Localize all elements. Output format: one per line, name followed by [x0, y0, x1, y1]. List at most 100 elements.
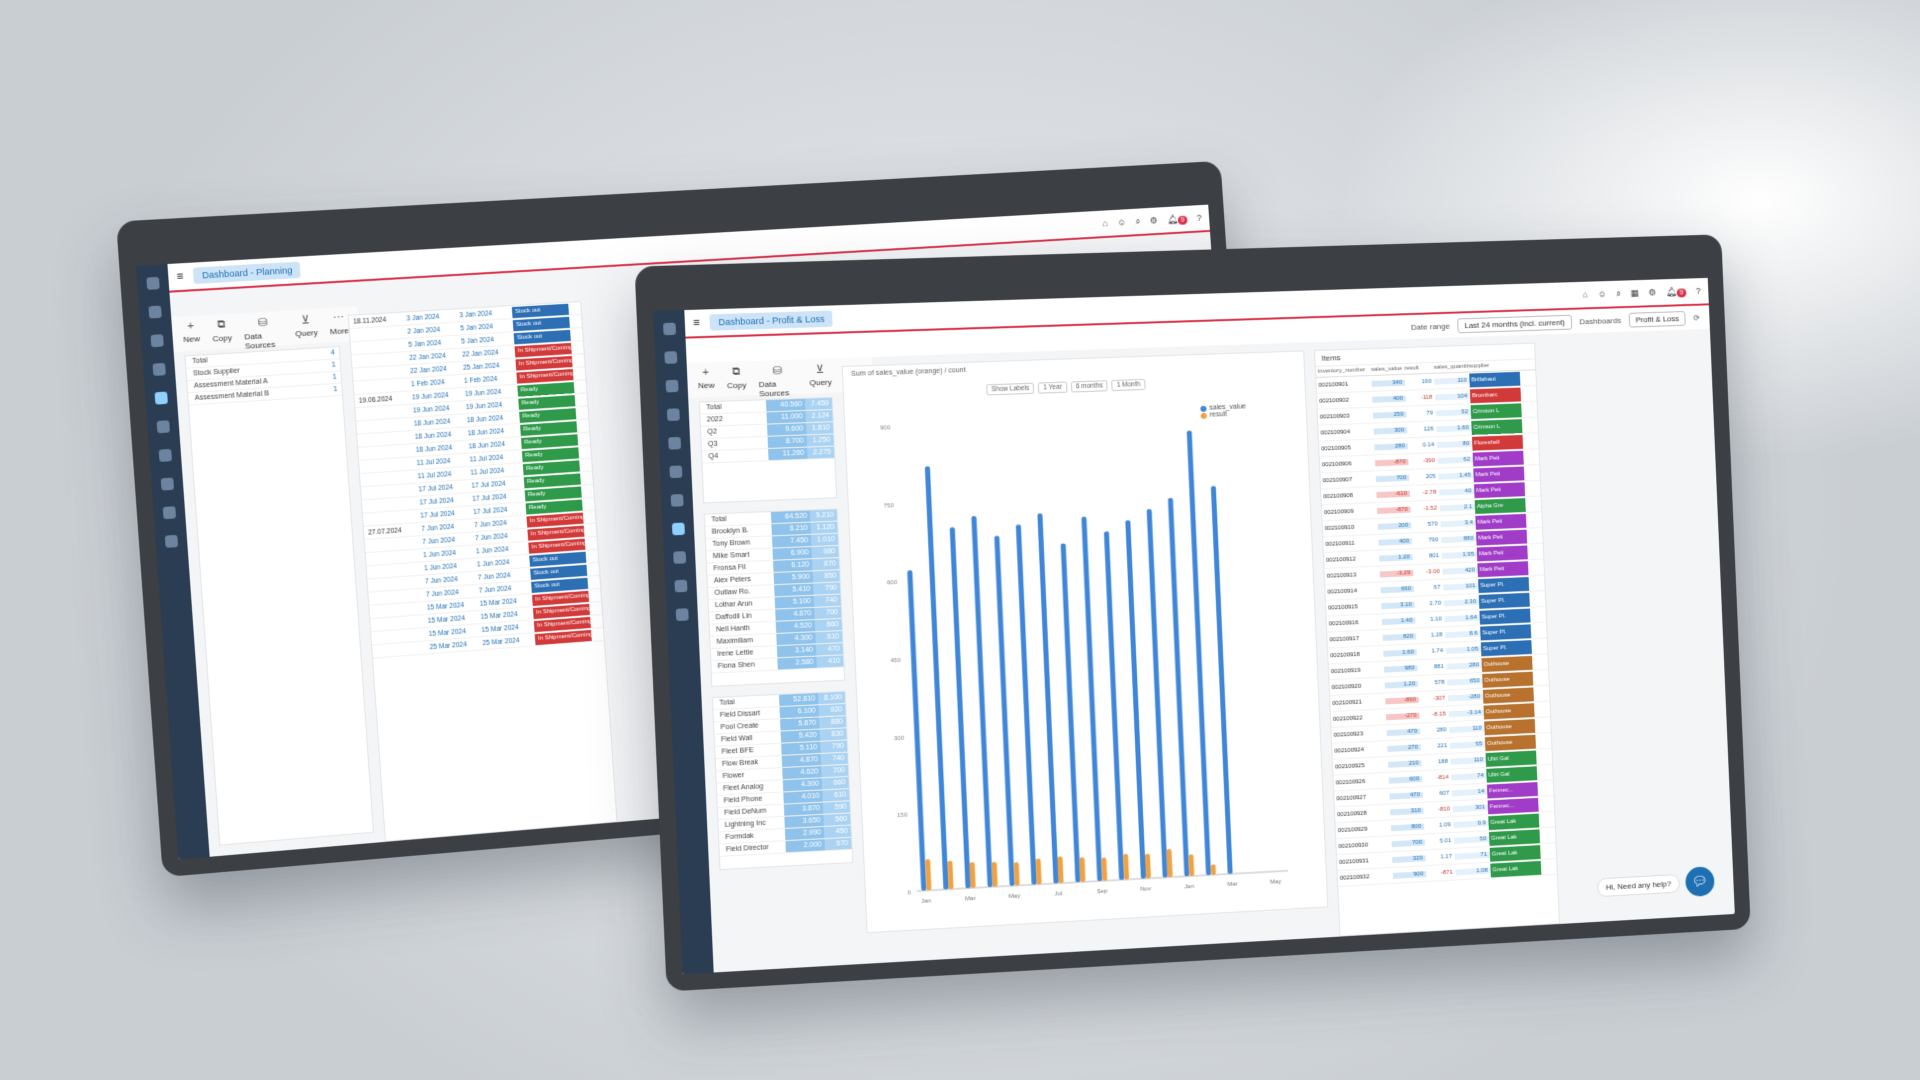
- home-icon[interactable]: ⌂: [1316, 261, 1324, 276]
- bar-sales_value[interactable]: [994, 535, 1015, 886]
- search-icon[interactable]: ⌕: [796, 198, 804, 214]
- bar-sales_value[interactable]: [1015, 524, 1037, 885]
- row-end: 19 Jun 2024: [464, 388, 502, 398]
- bank-icon[interactable]: ⌂: [1583, 290, 1589, 300]
- menu-icon[interactable]: ≡: [693, 317, 700, 329]
- bar-result[interactable]: [991, 861, 998, 887]
- bar-sales_value[interactable]: [1060, 543, 1081, 883]
- tab-dashboard[interactable]: Dashboard - Planning: [193, 261, 302, 285]
- user-icon[interactable]: ☺: [1597, 289, 1606, 299]
- nav-icon[interactable]: [150, 334, 164, 348]
- nav-icon[interactable]: [164, 534, 179, 548]
- supplier-badge: Ultri Gal: [1486, 765, 1538, 783]
- nav-icon[interactable]: [668, 436, 682, 450]
- row-date: [359, 450, 416, 454]
- bar-sales_value[interactable]: [1167, 497, 1190, 877]
- menu-icon[interactable]: ≡: [176, 270, 184, 283]
- help-icon[interactable]: ?: [1696, 286, 1701, 296]
- nav-icon[interactable]: [158, 448, 173, 462]
- chat-bubble[interactable]: Hi, Need any help?: [1596, 873, 1681, 897]
- pivot-value-count: 1.010: [811, 533, 839, 546]
- nav-icon[interactable]: [674, 579, 688, 593]
- toolbar-button[interactable]: ⛁ Data Sources: [758, 364, 798, 398]
- toolbar-button[interactable]: ⊻ Query: [809, 362, 833, 389]
- bar-sales_value[interactable]: [1210, 486, 1233, 875]
- bar-sales_value[interactable]: [1081, 516, 1103, 882]
- minimize-icon[interactable]: –: [1635, 248, 1644, 268]
- nav-icon[interactable]: [156, 420, 170, 434]
- nav-icon[interactable]: [665, 379, 679, 393]
- dashboards-icon[interactable]: ▦: [1630, 287, 1639, 298]
- grid-column-header[interactable]: sales_value: [1371, 366, 1405, 373]
- bar-result[interactable]: [1144, 853, 1151, 879]
- search-icon[interactable]: ⌕: [1616, 288, 1621, 299]
- sales-value: 1.40: [1381, 617, 1416, 625]
- date-range-select[interactable]: Last 24 months (incl. current): [1457, 314, 1573, 333]
- bell-icon[interactable]: 🔔︎ 9: [1666, 286, 1687, 298]
- nav-icon[interactable]: [160, 477, 175, 491]
- bank-icon[interactable]: ⌂: [1102, 218, 1108, 228]
- bar-sales_value[interactable]: [949, 527, 971, 889]
- bar-result[interactable]: [1210, 864, 1217, 876]
- nav-icon[interactable]: [148, 305, 162, 319]
- toolbar-button[interactable]: ⛁ Data Sources: [243, 315, 283, 351]
- nav-icon[interactable]: [666, 408, 680, 422]
- bar-result[interactable]: [1013, 862, 1020, 886]
- nav-icon-active[interactable]: [154, 391, 168, 405]
- bar-sales_value[interactable]: [1185, 430, 1212, 876]
- bar-result[interactable]: [1187, 854, 1194, 876]
- user-icon[interactable]: ☺: [1117, 217, 1126, 227]
- gear-icon[interactable]: ⚙: [1648, 287, 1656, 298]
- toolbar-button[interactable]: ⊻ Query: [294, 313, 318, 341]
- tab-dashboard[interactable]: Dashboard - Profit & Loss: [709, 310, 834, 331]
- bell-icon[interactable]: 🔔︎ 9: [1167, 213, 1188, 225]
- pivot-value-count: 570: [824, 837, 852, 851]
- search-icon[interactable]: ⌕: [1135, 216, 1141, 227]
- grid-column-header[interactable]: sales_quantity: [1434, 364, 1469, 371]
- toolbar-button[interactable]: + New: [697, 366, 715, 393]
- gear-icon[interactable]: ⚙: [1150, 215, 1158, 226]
- bar-sales_value[interactable]: [1037, 513, 1059, 884]
- bar-result[interactable]: [1079, 857, 1086, 883]
- nav-icon[interactable]: [669, 465, 683, 479]
- nav-icon[interactable]: [675, 608, 689, 622]
- bar-sales_value[interactable]: [1125, 520, 1146, 879]
- supplier-badge: Super Pl.: [1480, 623, 1532, 640]
- toolbar-button[interactable]: ⋯More: [329, 311, 350, 339]
- search-icon[interactable]: ⌕: [1301, 261, 1309, 277]
- pivot-value: 2.000: [785, 839, 825, 853]
- refresh-icon[interactable]: ⟳: [1693, 313, 1700, 322]
- toolbar-button[interactable]: + New: [182, 320, 201, 348]
- bar-result[interactable]: [1101, 857, 1108, 881]
- nav-icon[interactable]: [670, 494, 684, 507]
- grid-column-header[interactable]: inventory_number: [1318, 367, 1371, 375]
- maximize-icon[interactable]: ☐: [1157, 175, 1172, 195]
- help-icon[interactable]: ?: [1196, 213, 1201, 223]
- nav-icon[interactable]: [664, 351, 678, 364]
- dashboards-select[interactable]: Profit & Loss: [1628, 310, 1687, 328]
- minimize-icon[interactable]: –: [1135, 177, 1145, 197]
- maximize-icon[interactable]: ☐: [1657, 248, 1672, 268]
- grid-column-header[interactable]: supplier: [1469, 362, 1520, 370]
- chat-icon[interactable]: 💬︎: [1684, 866, 1715, 898]
- result-value: 607: [1439, 790, 1450, 797]
- inventory-number: 002100904: [1320, 428, 1351, 437]
- bar-sales_value[interactable]: [1146, 509, 1168, 878]
- bar-sales_value[interactable]: [971, 516, 993, 888]
- home-icon[interactable]: ⌂: [811, 197, 820, 212]
- nav-icon[interactable]: [162, 506, 177, 520]
- close-icon[interactable]: ✕: [1684, 247, 1698, 267]
- toolbar-button[interactable]: ⧉ Copy: [726, 365, 747, 392]
- bar-sales_value[interactable]: [907, 570, 927, 891]
- address-bar[interactable]: [662, 262, 1294, 296]
- nav-icon-active[interactable]: [671, 522, 685, 536]
- nav-icon[interactable]: [673, 551, 687, 564]
- nav-icon[interactable]: [152, 362, 166, 376]
- bar-sales_value[interactable]: [1103, 531, 1125, 880]
- bar-sales_value[interactable]: [924, 466, 949, 890]
- close-icon[interactable]: ✕: [1184, 174, 1198, 194]
- result-value: 188: [1437, 758, 1448, 765]
- row-end: 18 Jun 2024: [468, 440, 506, 451]
- grid-column-header[interactable]: result: [1404, 365, 1434, 371]
- toolbar-button[interactable]: ⧉ Copy: [211, 318, 232, 346]
